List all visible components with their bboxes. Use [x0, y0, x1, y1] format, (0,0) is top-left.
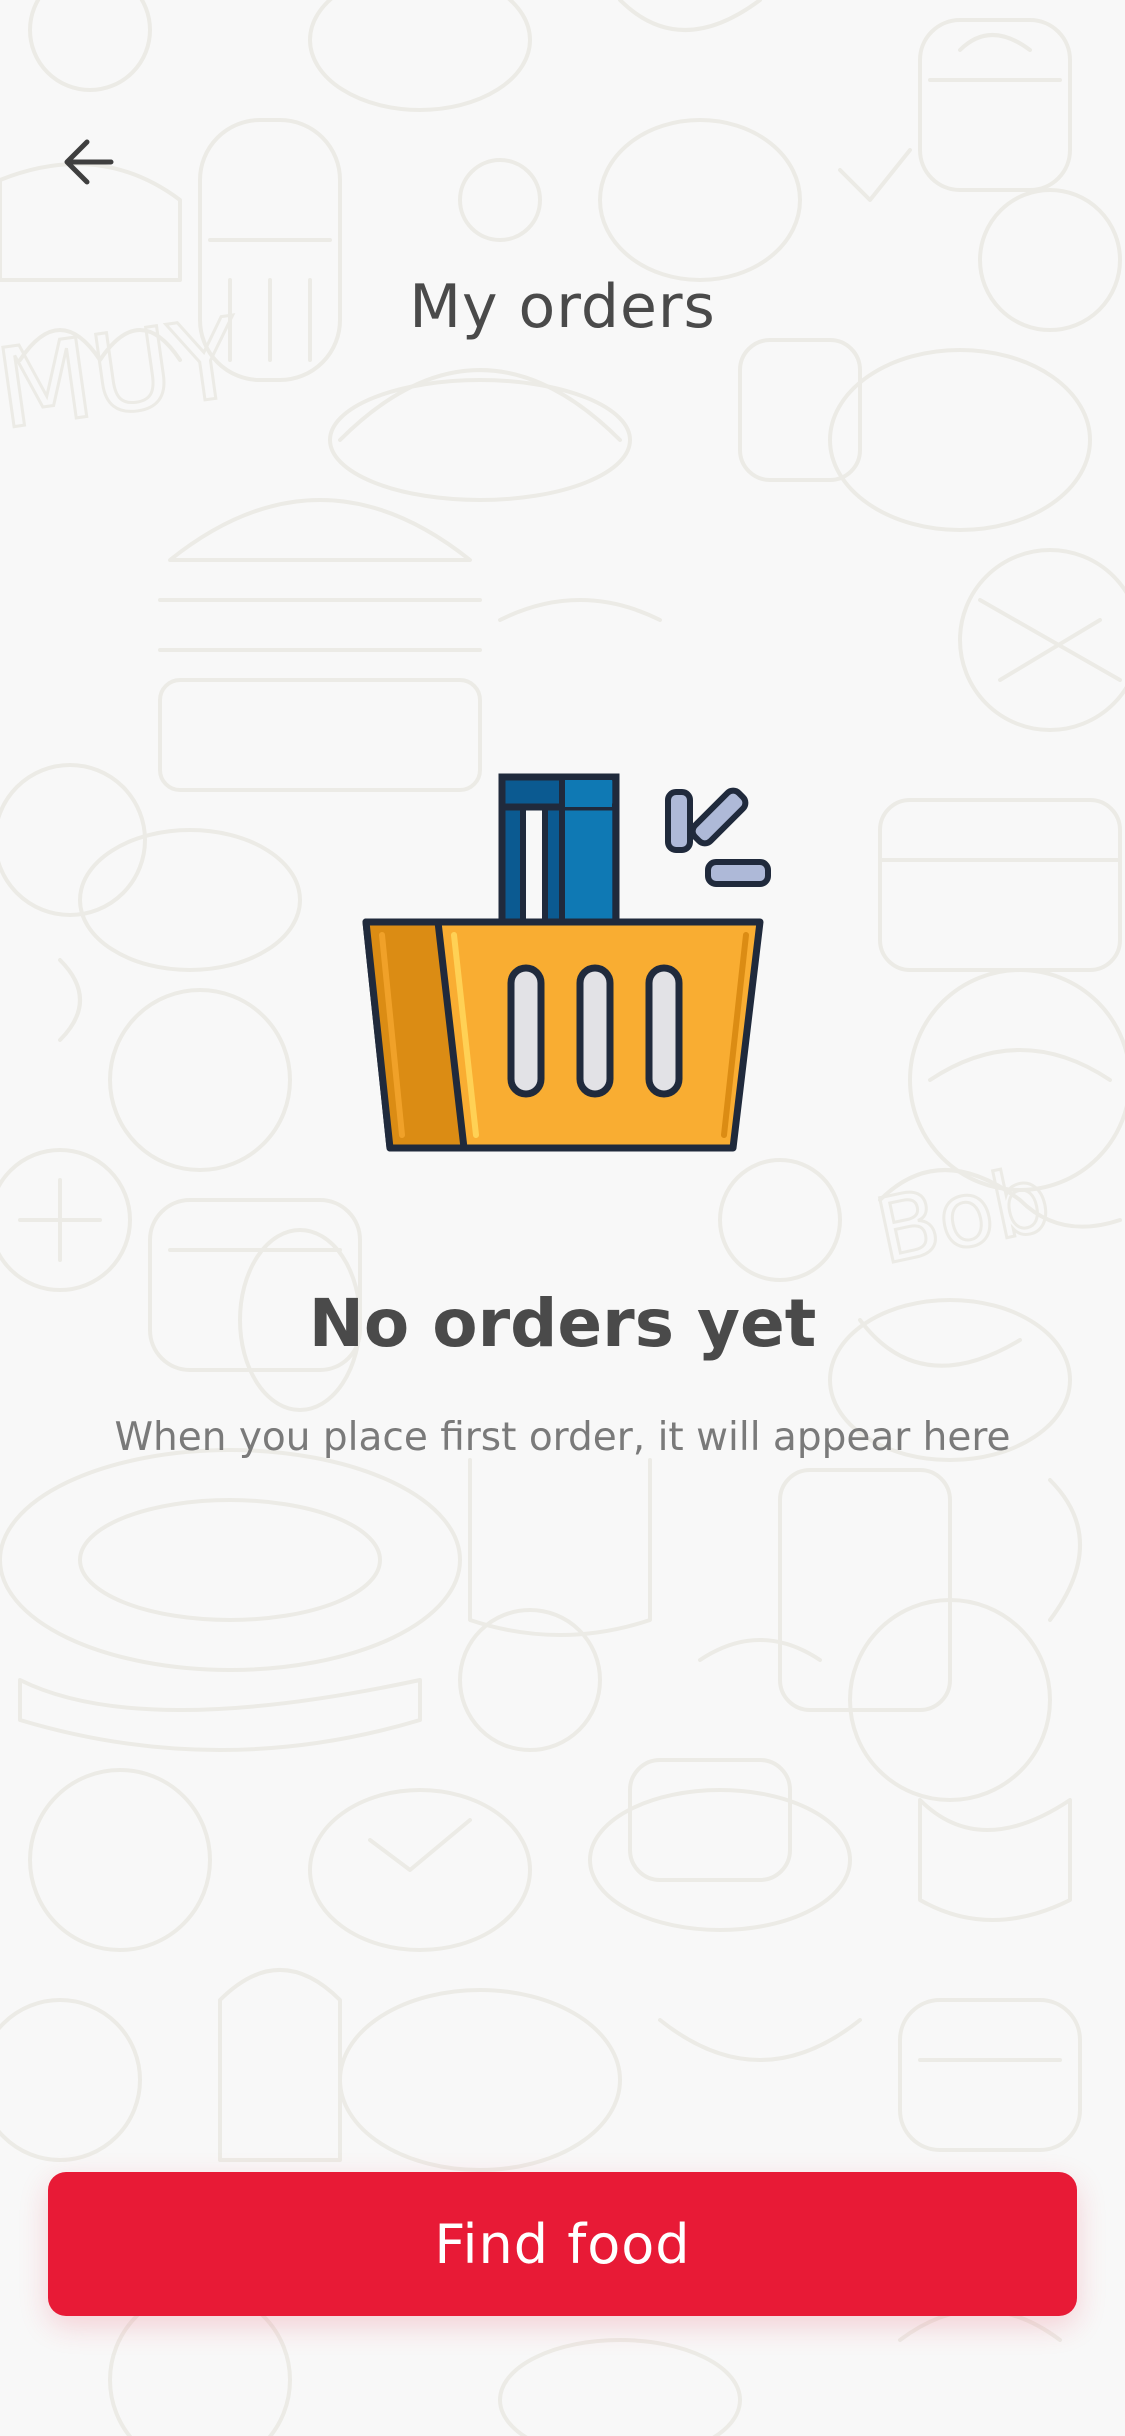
- empty-state-subtitle: When you place first order, it will appe…: [114, 1415, 1011, 1460]
- page-title: My orders: [409, 272, 716, 342]
- back-button[interactable]: [50, 125, 128, 203]
- arrow-left-icon: [59, 132, 119, 196]
- svg-text:Bob: Bob: [867, 1146, 1059, 1285]
- background-pattern: MUY Bob: [0, 0, 1125, 2436]
- empty-state-title: No orders yet: [308, 1285, 817, 1362]
- shopping-basket-icon: [362, 773, 771, 1152]
- empty-state-illustration: [358, 770, 778, 1155]
- find-food-button[interactable]: Find food: [48, 2172, 1077, 2316]
